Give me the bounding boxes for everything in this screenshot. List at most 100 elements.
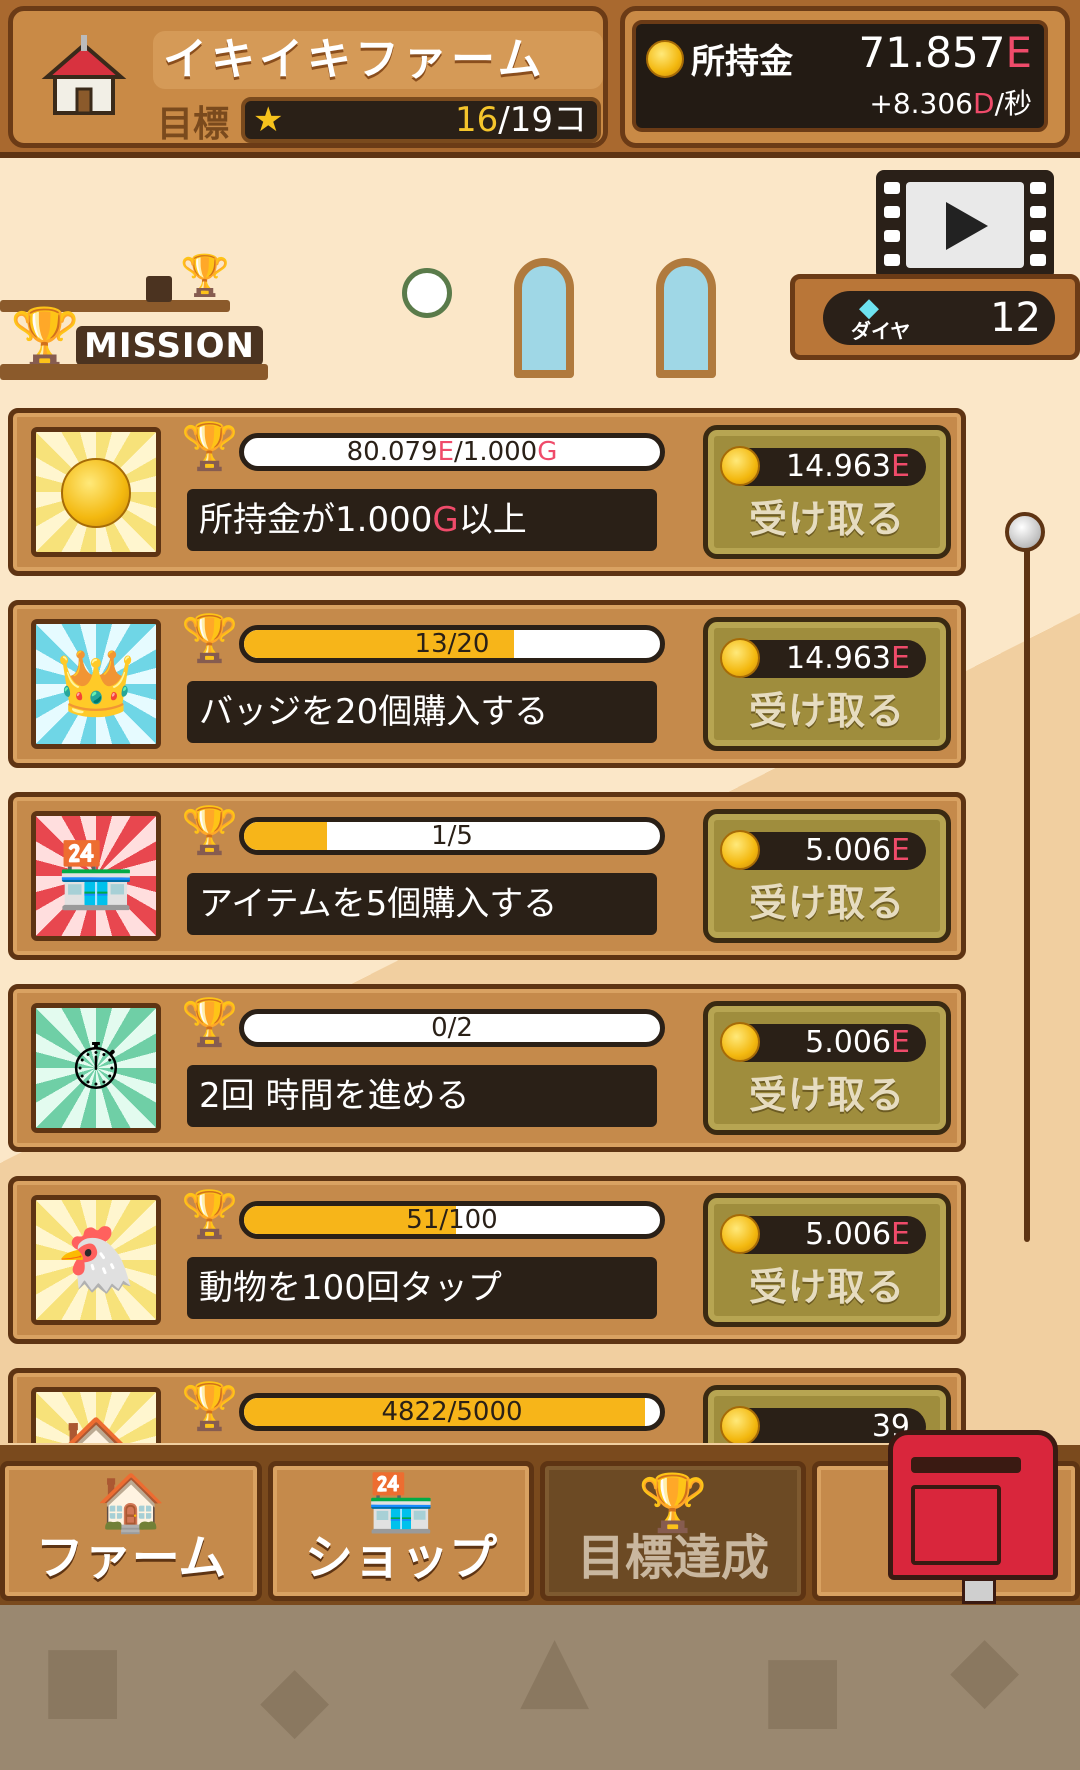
progress-text: 80.079E/1.000G <box>346 437 558 467</box>
goal-progress: ★ 16/19コ <box>241 97 601 143</box>
progress-text: 13/20 <box>414 629 490 659</box>
mission-title: バッジを20個購入する <box>187 681 657 743</box>
coin-icon <box>720 830 760 870</box>
wall-clock-icon <box>402 268 452 318</box>
money-value: 71.857E <box>858 28 1032 77</box>
speaker-icon <box>146 276 172 302</box>
money-display: 所持金 71.857E +8.306D/秒 <box>632 20 1048 132</box>
mission-title: アイテムを5個購入する <box>187 873 657 935</box>
claim-label: 受け取る <box>748 497 905 541</box>
trophy-icon: 🏆 <box>181 611 239 665</box>
mission-icon-frame: 👑 <box>31 619 161 749</box>
scrollbar-thumb[interactable] <box>1005 512 1045 552</box>
progress-text: 0/2 <box>431 1013 473 1043</box>
reward-amount: 14.963E <box>720 638 926 678</box>
nav-shop-button[interactable]: 🏪 ショップ <box>268 1461 534 1601</box>
nav-goals-label: 目標達成 <box>576 1530 769 1586</box>
mission-progress-bar: 51/100 <box>239 1201 665 1239</box>
mission-card: 🐔 🏆 51/100 動物を100回タップ 5.006E 受け取る <box>8 1176 966 1344</box>
mission-icon-frame: 🏠 <box>31 1387 161 1443</box>
clock-icon: ⏱ <box>71 1031 121 1105</box>
mission-icon-frame: 🐔 <box>31 1195 161 1325</box>
diamond-label: ダイヤ <box>851 319 911 343</box>
play-icon <box>946 202 988 250</box>
mission-title: 所持金が1.000G以上 <box>187 489 657 551</box>
mailbox-button[interactable] <box>888 1430 1058 1580</box>
mission-icon-frame: 🏪 <box>31 811 161 941</box>
mission-card: ⏱ 🏆 0/2 2回 時間を進める 5.006E 受け取る <box>8 984 966 1152</box>
progress-text: 4822/5000 <box>381 1397 523 1427</box>
coin-icon <box>720 446 760 486</box>
coin-icon <box>646 40 684 78</box>
mission-progress-bar: 13/20 <box>239 625 665 663</box>
claim-button[interactable]: 5.006E 受け取る <box>703 1001 951 1135</box>
nav-farm-label: ファーム <box>35 1530 227 1586</box>
ground: ■ ◆ ▲ ■ ◆ <box>0 1605 1080 1770</box>
goal-count: 16/19コ <box>455 100 587 140</box>
farm-house-icon <box>41 33 127 119</box>
progress-text: 1/5 <box>431 821 473 851</box>
window <box>514 258 574 378</box>
reward-amount: 5.006E <box>720 1214 926 1254</box>
mission-icon-frame: ⏱ <box>31 1003 161 1133</box>
coin-icon <box>36 432 156 552</box>
farm-name: イキイキファーム <box>153 31 603 89</box>
mission-title: 2回 時間を進める <box>187 1065 657 1127</box>
badge-icon: 👑 <box>56 647 136 721</box>
diamond-panel: ◆ ダイヤ 12 <box>790 274 1080 360</box>
reward-amount: 5.006E <box>720 830 926 870</box>
claim-button[interactable]: 5.006E 受け取る <box>703 809 951 943</box>
claim-label: 受け取る <box>748 1265 905 1309</box>
mission-list[interactable]: 🏆 80.079E/1.000G 所持金が1.000G以上 14.963E 受け… <box>8 408 968 1443</box>
mailbox-post <box>962 1578 996 1604</box>
shop-icon: 🏪 <box>56 839 136 913</box>
reward-amount: 14.963E <box>720 446 926 486</box>
trophy-icon: 🏆 <box>10 305 80 370</box>
coin-icon <box>720 638 760 678</box>
claim-label: 受け取る <box>748 1073 905 1117</box>
window <box>656 258 716 378</box>
mission-card: 🏪 🏆 1/5 アイテムを5個購入する 5.006E 受け取る <box>8 792 966 960</box>
nav-shop-label: ショップ <box>304 1530 497 1586</box>
diamond-counter: ◆ ダイヤ 12 <box>823 291 1055 345</box>
farm-icon: 🏠 <box>36 1392 156 1443</box>
mission-title: 動物を100回タップ <box>187 1257 657 1319</box>
mailbox-door <box>911 1485 1001 1565</box>
claim-button[interactable]: 14.963E 受け取る <box>703 425 951 559</box>
trophy-icon: 🏆 <box>181 1187 239 1241</box>
mission-sign: MISSION <box>76 326 263 366</box>
top-bar: イキイキファーム 目標 ★ 16/19コ 所持金 71.857E +8.306D… <box>0 0 1080 158</box>
mission-progress-bar: 0/2 <box>239 1009 665 1047</box>
diamond-count: 12 <box>990 295 1041 341</box>
trophy-icon: 🏆 <box>181 803 239 857</box>
shelf-bottom <box>0 364 268 380</box>
goal-label: 目標 <box>157 104 230 145</box>
claim-label: 受け取る <box>748 689 905 733</box>
mission-progress-bar: 1/5 <box>239 817 665 855</box>
income-rate: +8.306D/秒 <box>869 87 1032 120</box>
coin-icon <box>720 1406 760 1443</box>
coin-icon <box>720 1214 760 1254</box>
mission-icon-frame <box>31 427 161 557</box>
claim-button[interactable]: 14.963E 受け取る <box>703 617 951 751</box>
nav-farm-button[interactable]: 🏠 ファーム <box>0 1461 262 1601</box>
mission-card: 🏠 🏆 4822/5000 39 <box>8 1368 966 1443</box>
nav-goals-button[interactable]: 🏆 目標達成 <box>540 1461 806 1601</box>
claim-button[interactable]: 5.006E 受け取る <box>703 1193 951 1327</box>
star-icon: ★ <box>253 100 284 140</box>
scrollbar-track[interactable] <box>1024 530 1030 1242</box>
money-label: 所持金 <box>691 42 793 82</box>
chicken-icon: 🐔 <box>56 1223 136 1297</box>
trophy-icon: 🏆 <box>181 419 239 473</box>
mission-progress-bar: 4822/5000 <box>239 1393 665 1431</box>
reward-amount: 5.006E <box>720 1022 926 1062</box>
mailbox-slot <box>911 1457 1021 1473</box>
claim-label: 受け取る <box>748 881 905 925</box>
farm-panel: イキイキファーム 目標 ★ 16/19コ <box>8 6 608 148</box>
watch-video-button[interactable] <box>876 170 1054 280</box>
trophy-icon: 🏆 <box>181 995 239 1049</box>
trophy-small-icon: 🏆 <box>180 253 230 299</box>
mission-progress-bar: 80.079E/1.000G <box>239 433 665 471</box>
progress-text: 51/100 <box>406 1205 498 1235</box>
mission-card: 🏆 80.079E/1.000G 所持金が1.000G以上 14.963E 受け… <box>8 408 966 576</box>
